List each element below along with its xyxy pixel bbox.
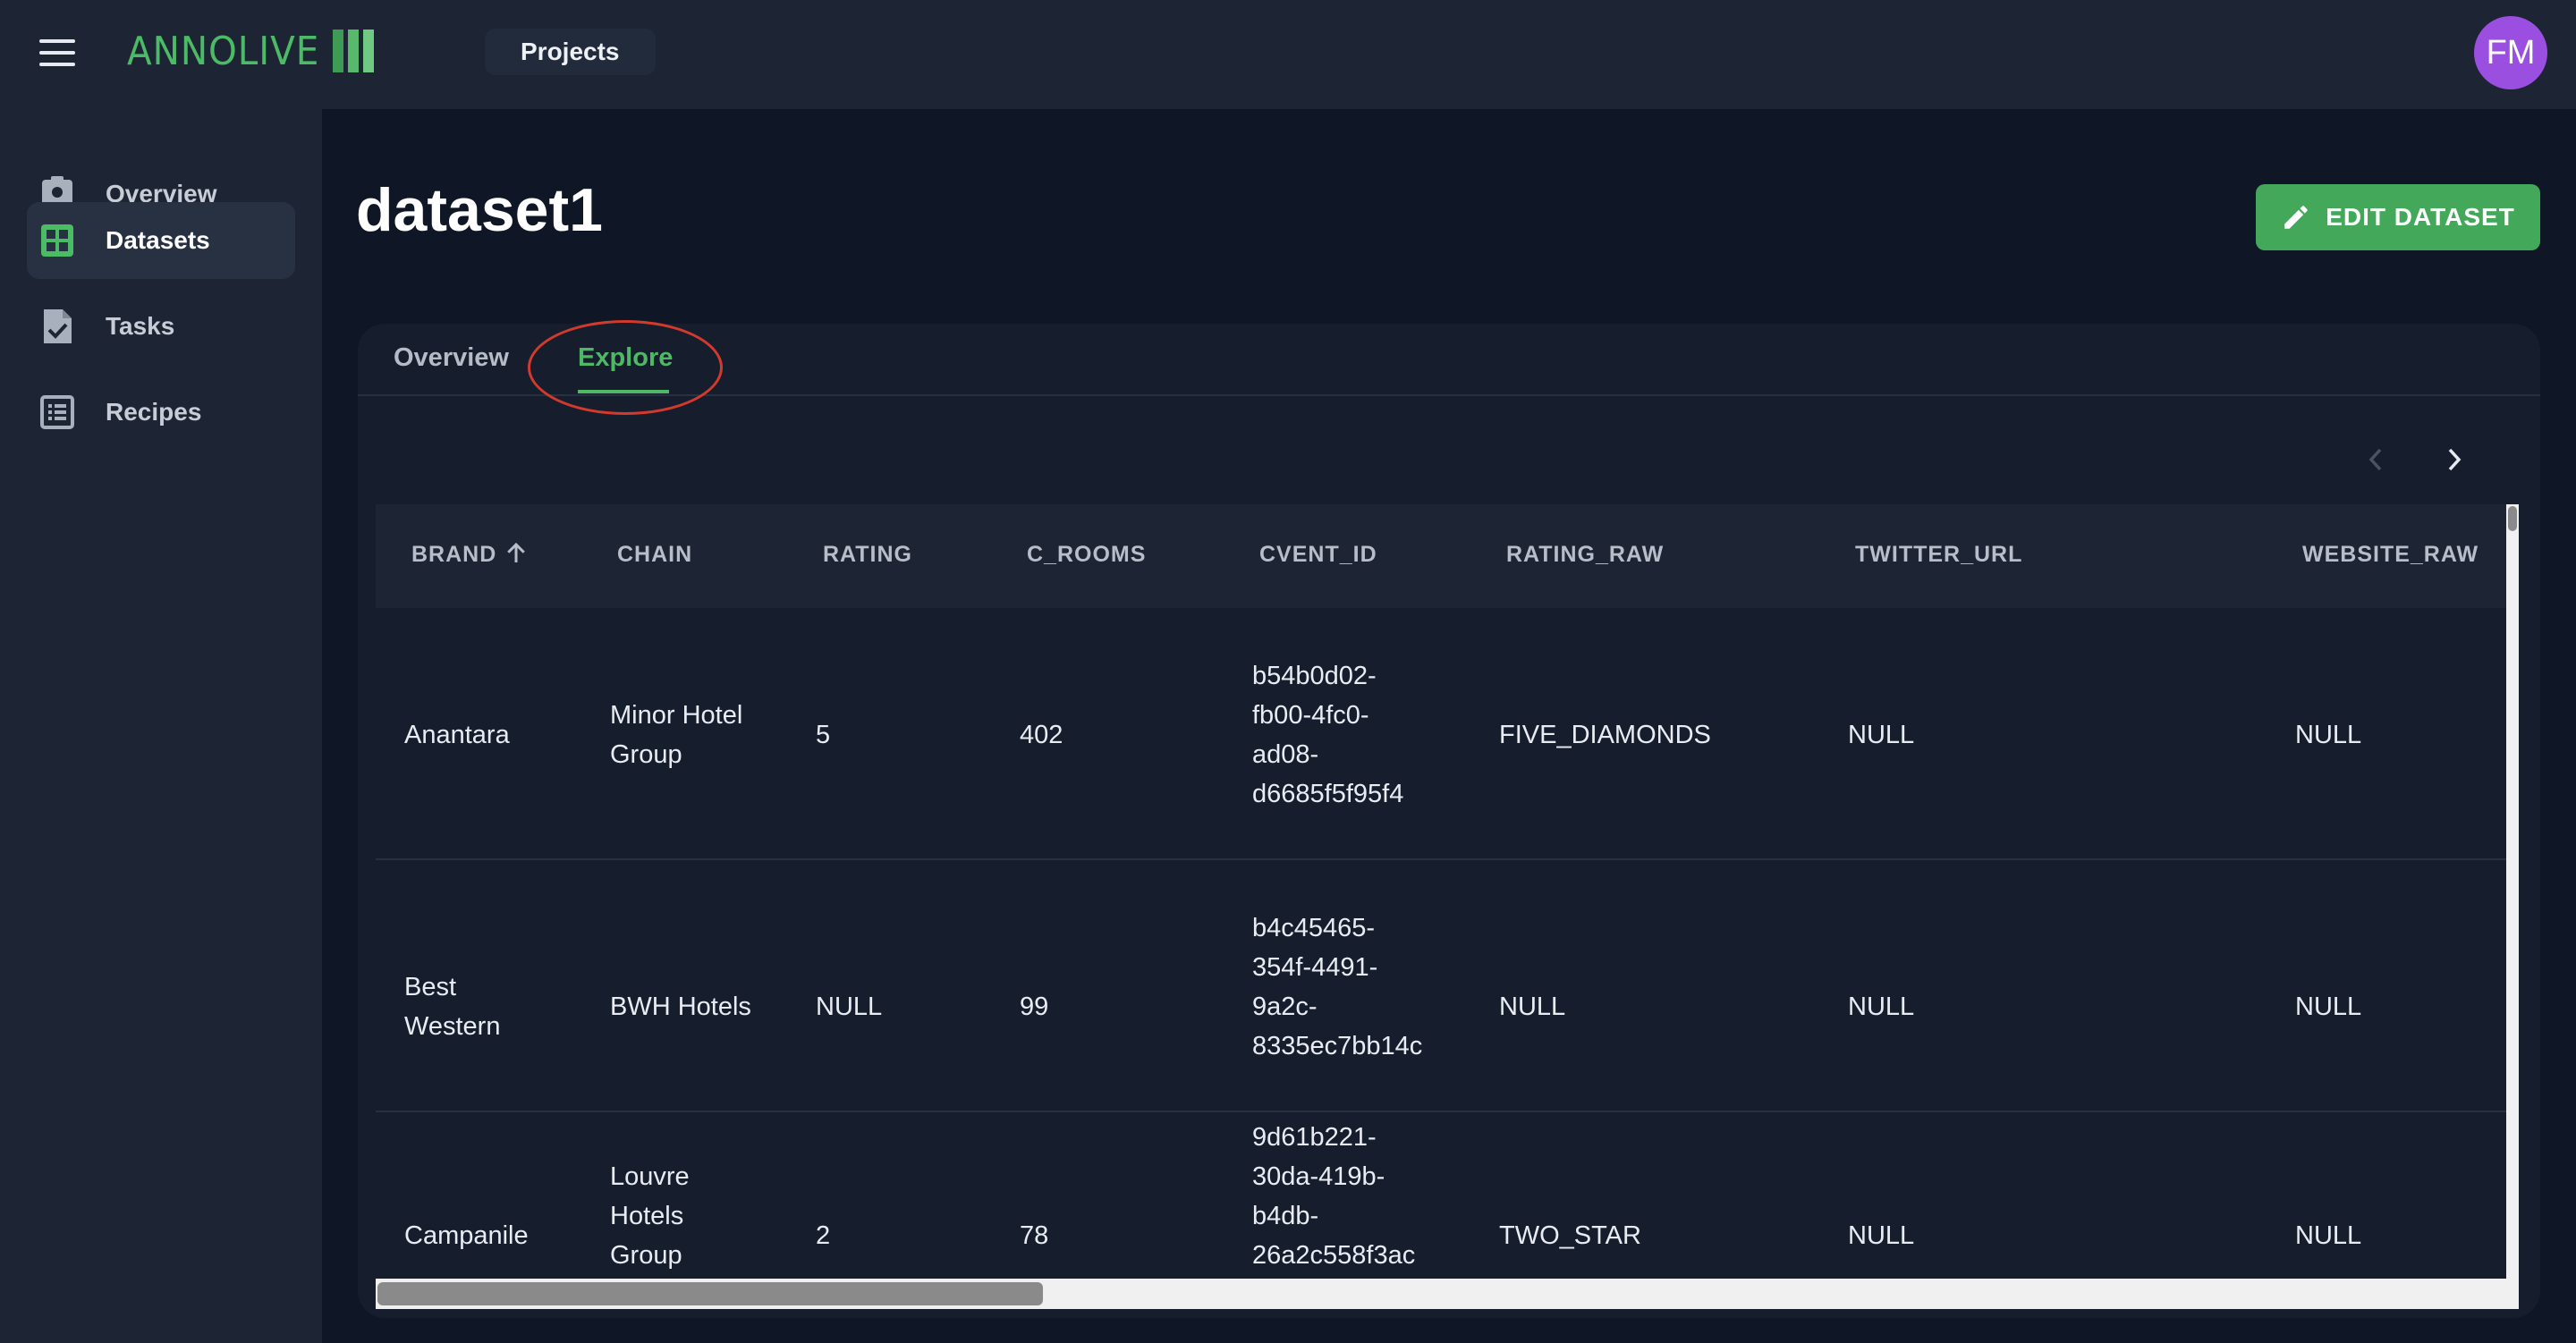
pencil-icon: [2284, 206, 2308, 229]
cell-website-raw: NULL: [2295, 992, 2362, 1021]
top-bar: ANNOLIVE Projects FM: [0, 0, 2576, 109]
cell-rating: 5: [816, 721, 831, 749]
sidebar-item-label: Recipes: [106, 398, 202, 426]
vertical-scrollbar-thumb[interactable]: [2508, 506, 2517, 531]
page-title: dataset1: [356, 176, 603, 244]
arrow-up-icon[interactable]: [503, 540, 530, 567]
list-box-icon: [40, 395, 74, 429]
column-header-rating[interactable]: RATING: [823, 542, 912, 568]
user-avatar[interactable]: FM: [2474, 16, 2547, 89]
menu-icon[interactable]: [39, 39, 75, 66]
sidebar-item-datasets[interactable]: Datasets: [27, 202, 295, 279]
cell-rating: 2: [816, 1221, 831, 1250]
previous-page-button[interactable]: [2358, 442, 2394, 477]
column-header-brand[interactable]: BRAND: [411, 542, 496, 568]
chevron-right-icon: [2448, 448, 2462, 471]
column-header-cvent-id[interactable]: CVENT_ID: [1259, 542, 1377, 568]
logo-bars-icon: [332, 30, 374, 72]
cell-brand: Best Western: [404, 973, 501, 1041]
cell-c-rooms: 99: [1020, 992, 1049, 1021]
table-row[interactable]: Best Western BWH Hotels NULL 99 b4c45465…: [376, 860, 2506, 1112]
cell-chain: BWH Hotels: [610, 992, 751, 1021]
column-header-c-rooms[interactable]: C_ROOMS: [1027, 542, 1146, 568]
file-check-icon: [44, 309, 72, 343]
edit-dataset-button[interactable]: EDIT DATASET: [2256, 184, 2540, 250]
sidebar-item-label: Tasks: [106, 312, 175, 340]
table-row[interactable]: Anantara Minor Hotel Group 5 402 b54b0d0…: [376, 608, 2506, 860]
logo-text: ANNOLIVE: [127, 28, 320, 74]
chevron-left-icon: [2368, 448, 2382, 471]
cell-website-raw: NULL: [2295, 1221, 2362, 1250]
vertical-scrollbar[interactable]: [2506, 504, 2519, 1279]
cell-twitter-url: NULL: [1848, 992, 1915, 1021]
cell-rating-raw: TWO_STAR: [1499, 1221, 1641, 1250]
column-header-twitter-url[interactable]: TWITTER_URL: [1855, 542, 2022, 568]
cell-chain: Minor Hotel Group: [610, 701, 743, 769]
tab-overview[interactable]: Overview: [394, 343, 509, 373]
cell-rating-raw: FIVE_DIAMONDS: [1499, 721, 1711, 749]
sidebar-item-tasks[interactable]: Tasks: [27, 288, 295, 365]
data-table: BRAND CHAIN RATING C_ROOMS CVENT_ID RATI…: [376, 504, 2506, 1279]
cell-rating: NULL: [816, 992, 883, 1021]
cell-website-raw: NULL: [2295, 721, 2362, 749]
grid-icon: [41, 224, 73, 257]
cell-cvent-id: b54b0d02- fb00-4fc0- ad08- d6685f5f95f4: [1252, 662, 1404, 808]
column-header-website-raw[interactable]: WEBSITE_RAW: [2302, 542, 2479, 568]
app-logo[interactable]: ANNOLIVE: [127, 27, 374, 75]
cell-c-rooms: 78: [1020, 1221, 1049, 1250]
next-page-button[interactable]: [2436, 442, 2472, 477]
cell-c-rooms: 402: [1020, 721, 1063, 749]
horizontal-scrollbar-thumb[interactable]: [377, 1282, 1043, 1305]
table-header: BRAND CHAIN RATING C_ROOMS CVENT_ID RATI…: [376, 504, 2506, 608]
annotation-circle: [528, 320, 723, 415]
column-header-rating-raw[interactable]: RATING_RAW: [1506, 542, 1664, 568]
cell-rating-raw: NULL: [1499, 992, 1566, 1021]
cell-brand: Campanile: [404, 1221, 529, 1250]
edit-dataset-label: EDIT DATASET: [2326, 203, 2515, 231]
cell-cvent-id: b4c45465- 354f-4491- 9a2c- 8335ec7bb14c: [1252, 914, 1423, 1060]
projects-button[interactable]: Projects: [485, 29, 656, 75]
cell-twitter-url: NULL: [1848, 1221, 1915, 1250]
sidebar-item-label: Datasets: [106, 226, 210, 254]
cell-brand: Anantara: [404, 721, 510, 749]
cell-chain: Louvre Hotels Group: [610, 1162, 690, 1270]
column-header-chain[interactable]: CHAIN: [617, 542, 692, 568]
sidebar: Overview Datasets Tasks Recipes: [0, 109, 322, 1343]
cell-twitter-url: NULL: [1848, 721, 1915, 749]
cell-cvent-id: 9d61b221- 30da-419b- b4db- 26a2c558f3ac: [1252, 1123, 1416, 1270]
table-row[interactable]: Campanile Louvre Hotels Group 2 78 9d61b…: [376, 1112, 2506, 1279]
sidebar-item-recipes[interactable]: Recipes: [27, 374, 295, 451]
